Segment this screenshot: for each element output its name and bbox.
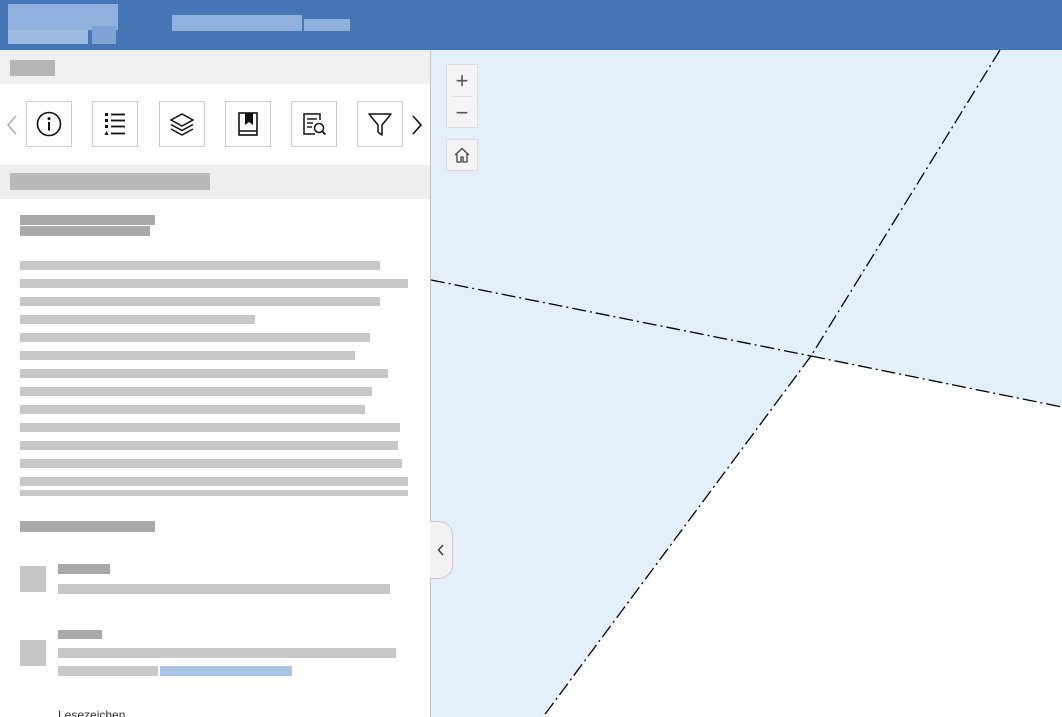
widget-toolbar [0,100,430,150]
contact-icon [20,640,46,666]
chevron-left-icon [6,115,17,135]
panel-title-bar [0,50,430,84]
app-header [0,0,1062,50]
legend-list-button[interactable] [92,101,138,147]
home-icon [454,147,470,163]
app-title [172,15,352,35]
zoom-out-button[interactable]: − [447,97,477,128]
layers-icon [169,113,195,136]
section-title [0,165,1,166]
bookmarks-label: Lesezeichen [58,708,126,717]
chevron-right-icon [412,115,423,135]
info-icon [36,111,62,137]
filter-button[interactable] [357,101,403,147]
map-view[interactable] [431,50,1062,717]
list-icon [104,113,125,135]
home-button[interactable] [446,139,478,171]
chevron-left-icon [437,544,444,556]
layers-button[interactable] [159,101,205,147]
info-button[interactable] [26,101,72,147]
bookmark-button[interactable] [225,101,271,147]
map-canvas [431,50,1062,717]
contact-icon [20,566,46,592]
section-header [0,165,430,199]
app-logo[interactable] [8,4,126,46]
bookmark-icon [238,112,258,136]
zoom-in-button[interactable]: + [447,65,477,96]
search-button[interactable] [291,101,337,147]
contact-link[interactable] [160,666,292,676]
panel-collapse-toggle[interactable] [430,521,453,579]
filter-icon [368,113,392,136]
zoom-controls: + − [446,64,478,128]
toolbar-prev-button[interactable] [4,114,20,136]
toolbar-next-button[interactable] [409,114,425,136]
side-panel: Lesezeichen [0,50,430,717]
panel-title [0,50,1,51]
search-document-icon [303,113,327,136]
